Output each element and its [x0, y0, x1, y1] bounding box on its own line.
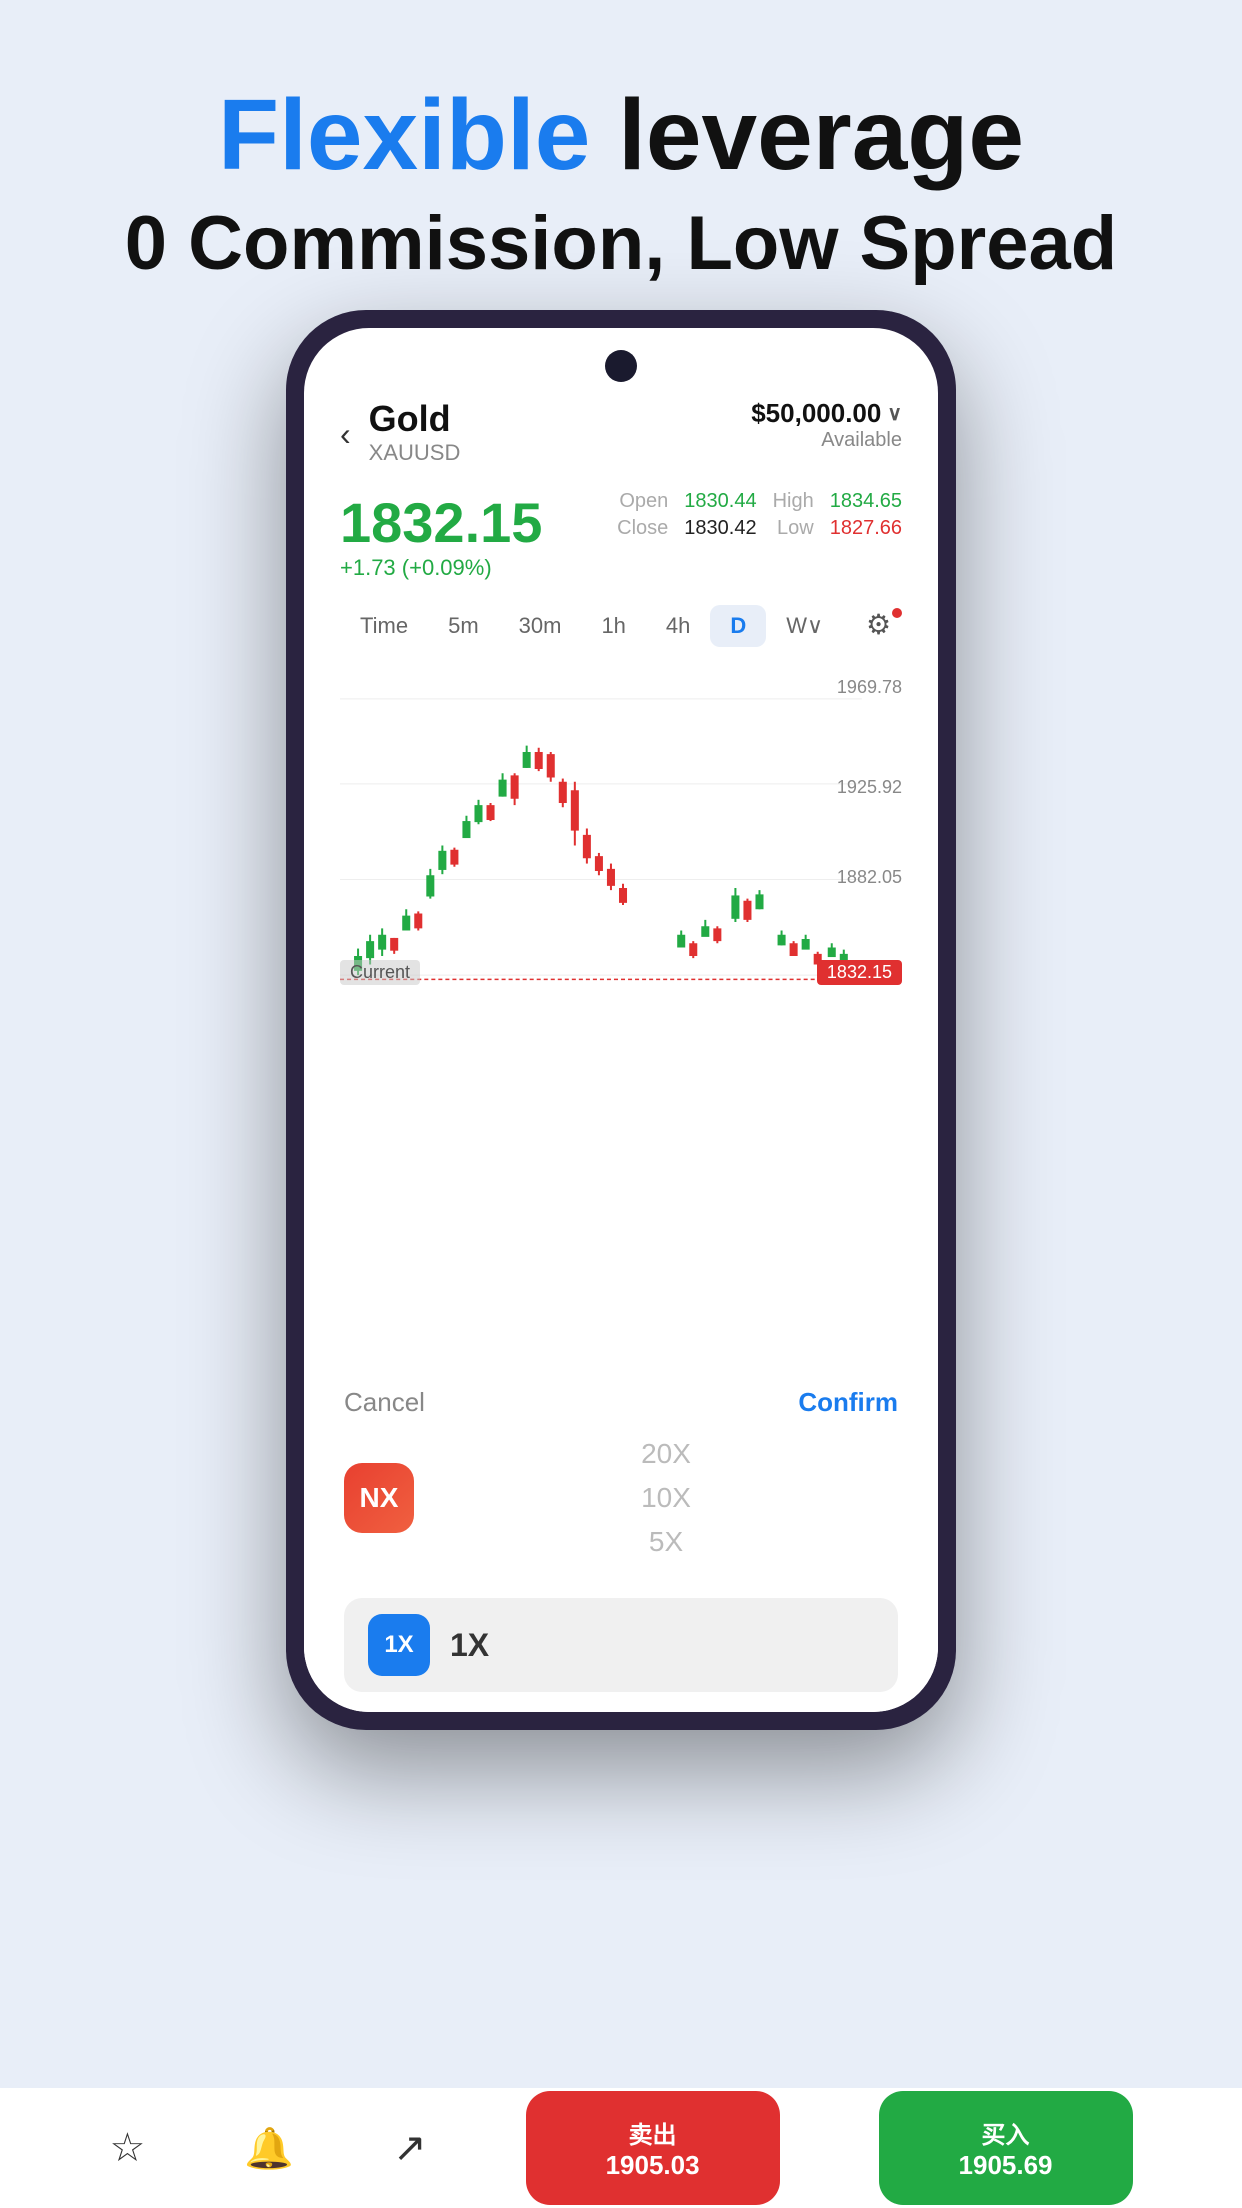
phone-shell: ‹ Gold XAUUSD $50,000.00 ∨ Available: [286, 310, 956, 1730]
high-value: 1834.65: [830, 490, 902, 513]
header-title-black: leverage: [590, 79, 1024, 191]
high-label: High: [773, 490, 814, 513]
low-value: 1827.66: [830, 517, 902, 540]
current-label: Current: [340, 960, 420, 985]
candlestick-chart: [340, 667, 902, 1007]
camera-notch: [605, 350, 637, 382]
open-label: Open: [617, 490, 668, 513]
open-value: 1830.44: [684, 490, 756, 513]
phone-mockup: ‹ Gold XAUUSD $50,000.00 ∨ Available: [286, 310, 956, 1730]
sell-price: 1905.03: [606, 2150, 700, 2181]
time-selector: Time 5m 30m 1h 4h D W∨ ⚙: [340, 605, 902, 647]
blue-logo: 1X: [368, 1614, 430, 1676]
back-button[interactable]: ‹: [340, 412, 351, 453]
coin-name: Gold: [369, 398, 461, 440]
cancel-button[interactable]: Cancel: [344, 1387, 425, 1418]
sell-label: 卖出: [606, 2115, 700, 2150]
outer-bottom-bar: ☆ 🔔 ↗ 卖出 1905.03 买入 1905.69: [0, 2088, 1242, 2208]
header-title: Flexible leverage: [0, 80, 1242, 190]
current-price-tag: 1832.15: [817, 960, 902, 985]
coin-symbol: XAUUSD: [369, 440, 461, 466]
ohlc-grid: Open 1830.44 High 1834.65 Close 1830.42 …: [617, 490, 902, 540]
low-label: Low: [773, 517, 814, 540]
time-btn-time[interactable]: Time: [340, 605, 428, 647]
nx-logo: NX: [344, 1463, 414, 1533]
chart-area: 1969.78 1925.92 1882.05: [340, 667, 902, 1007]
bell-icon[interactable]: 🔔: [244, 2125, 294, 2172]
sell-button[interactable]: 卖出 1905.03: [526, 2091, 780, 2205]
star-icon[interactable]: ☆: [109, 2125, 145, 2171]
settings-button[interactable]: ⚙: [866, 608, 902, 644]
leverage-picker: NX 20X 10X 5X: [304, 1428, 938, 1598]
price-section: 1832.15 +1.73 (+0.09%) Open 1830.44 High…: [340, 490, 902, 581]
settings-dot: [892, 608, 902, 618]
selected-leverage-value: 1X: [450, 1627, 489, 1664]
app-content: ‹ Gold XAUUSD $50,000.00 ∨ Available: [304, 328, 938, 1712]
close-label: Close: [617, 517, 668, 540]
leverage-10x[interactable]: 10X: [641, 1482, 691, 1514]
chart-price-mid: 1925.92: [837, 777, 902, 798]
buy-label: 买入: [959, 2115, 1053, 2150]
time-btn-4h[interactable]: 4h: [646, 605, 710, 647]
share-icon[interactable]: ↗: [393, 2125, 427, 2171]
time-btn-w[interactable]: W∨: [766, 605, 843, 647]
bottom-sheet: Cancel Confirm NX 20X 10X 5X: [304, 1357, 938, 1712]
time-btn-1h[interactable]: 1h: [581, 605, 645, 647]
time-btn-30m[interactable]: 30m: [499, 605, 582, 647]
main-price: 1832.15: [340, 490, 542, 555]
available-label: Available: [751, 429, 902, 452]
price-change: +1.73 (+0.09%): [340, 555, 542, 581]
chart-price-low: 1882.05: [837, 867, 902, 888]
buy-button[interactable]: 买入 1905.69: [879, 2091, 1133, 2205]
top-bar-left: ‹ Gold XAUUSD: [340, 398, 460, 466]
chevron-down-icon: ∨: [887, 401, 902, 426]
coin-info: Gold XAUUSD: [369, 398, 461, 466]
chart-price-top: 1969.78: [837, 677, 902, 698]
sheet-header: Cancel Confirm: [304, 1357, 938, 1428]
time-btn-d[interactable]: D: [710, 605, 766, 647]
balance-section[interactable]: $50,000.00 ∨ Available: [751, 398, 902, 452]
leverage-scroll: 20X 10X 5X: [434, 1428, 898, 1568]
leverage-20x[interactable]: 20X: [641, 1438, 691, 1470]
phone-screen: ‹ Gold XAUUSD $50,000.00 ∨ Available: [304, 328, 938, 1712]
selected-leverage-row[interactable]: 1X 1X: [344, 1598, 898, 1692]
close-value: 1830.42: [684, 517, 756, 540]
header-title-blue: Flexible: [218, 79, 590, 191]
leverage-5x[interactable]: 5X: [649, 1526, 683, 1558]
time-btn-5m[interactable]: 5m: [428, 605, 499, 647]
header-subtitle: 0 Commission, Low Spread: [0, 200, 1242, 287]
buy-price: 1905.69: [959, 2150, 1053, 2181]
price-left: 1832.15 +1.73 (+0.09%): [340, 490, 542, 581]
confirm-button[interactable]: Confirm: [798, 1387, 898, 1418]
top-bar: ‹ Gold XAUUSD $50,000.00 ∨ Available: [340, 398, 902, 466]
balance-amount: $50,000.00 ∨: [751, 398, 902, 429]
header-section: Flexible leverage 0 Commission, Low Spre…: [0, 0, 1242, 347]
